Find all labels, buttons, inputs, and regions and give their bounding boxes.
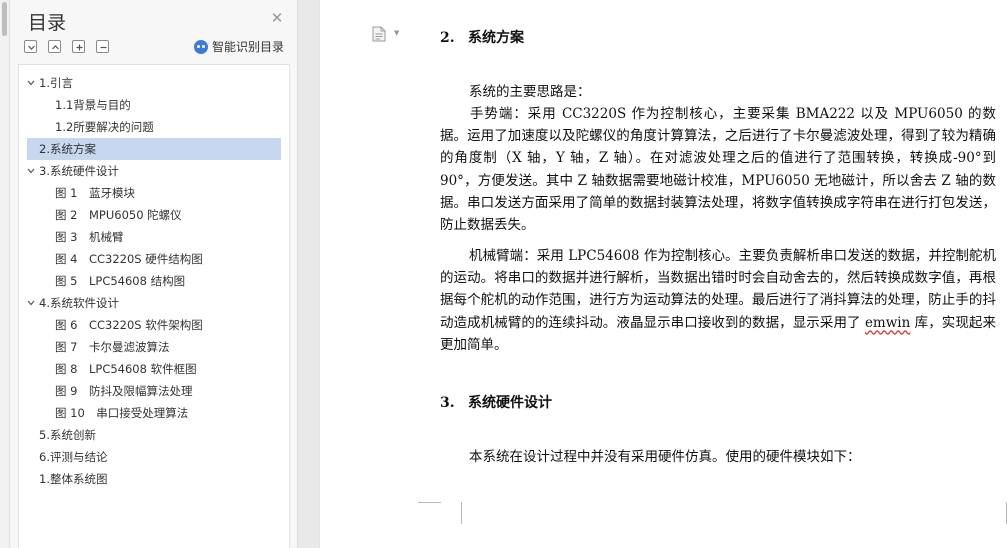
collapse-down-button[interactable] xyxy=(24,40,37,53)
toc-item-label: 3.系统硬件设计 xyxy=(39,164,119,178)
toc-item[interactable]: 2.系统方案 xyxy=(27,138,281,160)
paragraph-text: 手势端：采用 CC3220S 作为控制核心，主要采集 BMA222 以及 MPU… xyxy=(440,106,996,234)
spellcheck-word: emwin xyxy=(864,314,911,331)
chevron-up-icon xyxy=(52,45,59,50)
page-corner-mark-left xyxy=(440,502,462,524)
paragraph-intro: 系统的主要思路是： xyxy=(440,81,996,103)
toc-item[interactable]: 图 7 卡尔曼滤波算法 xyxy=(55,336,169,358)
plus-icon xyxy=(76,44,83,51)
toc-toolbar xyxy=(24,40,109,53)
heading-text: 系统硬件设计 xyxy=(468,395,552,411)
paragraph-text: 系统的主要思路是： xyxy=(469,84,591,100)
heading-number: 3. xyxy=(440,395,455,411)
document-area[interactable]: ▼ 2. 系统方案 系统的主要思路是： 手势端：采用 CC3220S 作为控制核心… xyxy=(298,0,1007,548)
minus-icon xyxy=(100,46,107,49)
toc-item-label: 图 8 LPC54608 软件框图 xyxy=(55,362,197,376)
toc-item[interactable]: 图 8 LPC54608 软件框图 xyxy=(55,358,197,380)
page-corner-line-left xyxy=(418,502,441,503)
toc-item[interactable]: 图 3 机械臂 xyxy=(55,226,123,248)
toc-item[interactable]: 图 6 CC3220S 软件架构图 xyxy=(55,314,203,336)
toc-item-label: 图 6 CC3220S 软件架构图 xyxy=(55,318,203,332)
document-page[interactable]: ▼ 2. 系统方案 系统的主要思路是： 手势端：采用 CC3220S 作为控制核心… xyxy=(320,0,1007,548)
toc-item-label: 图 10 串口接受处理算法 xyxy=(55,406,189,420)
collapse-up-button[interactable] xyxy=(48,40,61,53)
toc-item-label: 1.2所要解决的问题 xyxy=(55,120,154,134)
toc-item-label: 图 7 卡尔曼滤波算法 xyxy=(55,340,170,354)
toc-item[interactable]: 图 5 LPC54608 结构图 xyxy=(55,270,185,292)
smart-toc-button[interactable]: 智能识别目录 xyxy=(194,38,284,55)
toc-item-label: 图 1 蓝牙模块 xyxy=(55,186,135,200)
toc-item-label: 图 9 防抖及限幅算法处理 xyxy=(55,384,193,398)
toc-item[interactable]: 1.引言 xyxy=(27,72,73,94)
heading-number: 2. xyxy=(440,30,455,46)
toc-item[interactable]: 图 1 蓝牙模块 xyxy=(55,182,135,204)
toc-item-label: 1.整体系统图 xyxy=(39,472,108,486)
toc-item[interactable]: 6.评测与结论 xyxy=(39,446,107,468)
chevron-down-icon xyxy=(28,45,35,50)
toc-item[interactable]: 5.系统创新 xyxy=(39,424,96,446)
document-icon xyxy=(372,26,386,42)
toc-panel: 目录 ✕ 智能识别目录 1.引言 1.1背景与目的 1.2所要解决的问题 2.系统方案… xyxy=(10,0,298,548)
left-scrollbar[interactable] xyxy=(0,0,10,548)
toc-list: 1.引言 1.1背景与目的 1.2所要解决的问题 2.系统方案 3.系统硬件设计图 1 … xyxy=(18,64,290,548)
paragraph-text: 本系统在设计过程中并没有采用硬件仿真。使用的硬件模块如下： xyxy=(469,449,861,465)
close-icon[interactable]: ✕ xyxy=(268,9,286,27)
toc-item[interactable]: 1.整体系统图 xyxy=(39,468,107,490)
toc-item-label: 图 4 CC3220S 硬件结构图 xyxy=(55,252,203,266)
toc-item-label: 4.系统软件设计 xyxy=(39,296,119,310)
toc-item-label: 2.系统方案 xyxy=(39,142,96,156)
toc-item[interactable]: 4.系统软件设计 xyxy=(27,292,119,314)
toc-item-label: 1.引言 xyxy=(39,76,73,90)
toc-item[interactable]: 图 4 CC3220S 硬件结构图 xyxy=(55,248,203,270)
section-heading-2: 2. 系统方案 xyxy=(440,27,524,47)
toc-item-label: 图 2 MPU6050 陀螺仪 xyxy=(55,208,182,222)
toc-title: 目录 xyxy=(28,12,67,34)
paragraph-robot-arm: 机械臂端：采用 LPC54608 作为控制核心。主要负责解析串口发送的数据，并控… xyxy=(440,245,996,356)
smart-toc-label: 智能识别目录 xyxy=(212,40,285,54)
toc-item-label: 6.评测与结论 xyxy=(39,450,108,464)
toc-item[interactable]: 3.系统硬件设计 xyxy=(27,160,119,182)
toc-item-label: 1.1背景与目的 xyxy=(55,98,131,112)
heading-text: 系统方案 xyxy=(468,30,524,46)
toc-item-label: 图 5 LPC54608 结构图 xyxy=(55,274,186,288)
paragraph-hardware: 本系统在设计过程中并没有采用硬件仿真。使用的硬件模块如下： xyxy=(440,446,996,468)
robot-icon xyxy=(194,39,208,54)
toc-item[interactable]: 图 9 防抖及限幅算法处理 xyxy=(55,380,192,402)
add-heading-button[interactable] xyxy=(72,40,85,53)
remove-heading-button[interactable] xyxy=(96,40,109,53)
chevron-down-icon: ▼ xyxy=(394,29,400,37)
toc-item-label: 5.系统创新 xyxy=(39,428,96,442)
scrollbar-thumb[interactable] xyxy=(2,2,7,36)
toc-item[interactable]: 图 10 串口接受处理算法 xyxy=(55,402,188,424)
toc-item[interactable]: 1.2所要解决的问题 xyxy=(55,116,154,138)
page-menu-button[interactable]: ▼ xyxy=(372,26,402,42)
paragraph-gesture-end: 手势端：采用 CC3220S 作为控制核心，主要采集 BMA222 以及 MPU… xyxy=(440,103,996,236)
toc-item[interactable]: 1.1背景与目的 xyxy=(55,94,131,116)
toc-item-label: 图 3 机械臂 xyxy=(55,230,124,244)
toc-item[interactable]: 图 2 MPU6050 陀螺仪 xyxy=(55,204,182,226)
section-heading-3: 3. 系统硬件设计 xyxy=(440,392,552,412)
